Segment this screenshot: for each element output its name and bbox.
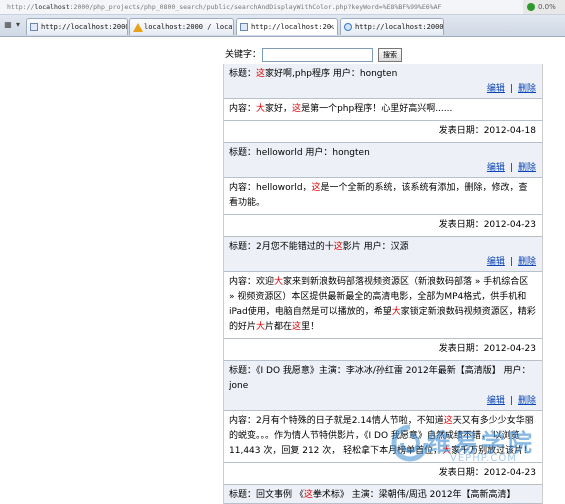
post-title: 标题：回文事例 《这拳术标》 主演：梁朝伟/周迅 2012年【高新高清】: [229, 485, 536, 503]
edit-link[interactable]: 编辑: [487, 257, 505, 267]
text-segment: 是第一个php程序！心里好高兴啊......: [301, 104, 453, 114]
post-title: 标题：2月您不能错过的十这影片 用户：汉源: [229, 237, 536, 255]
close-icon[interactable]: ✕: [329, 19, 334, 35]
text-segment: 拳术标》 主演：梁朝伟/周迅 2012年【高新高清】: [312, 490, 516, 500]
search-input[interactable]: [262, 48, 373, 62]
text-segment: 标题：helloworld 用户：hongten: [229, 148, 370, 158]
text-segment: 标题：回文事例 《: [229, 490, 304, 500]
search-form: 关键字： 搜索: [225, 48, 402, 62]
text-segment: 标题：: [229, 69, 257, 79]
tab-strip: ▦ ▾ http://localhost:2000/... localhost:…: [0, 15, 565, 37]
text-segment: 内容：欢迎: [229, 277, 275, 287]
action-separator: |: [509, 396, 513, 406]
post-header: 标题：helloworld 用户：hongten 编辑 | 删除: [224, 143, 542, 178]
tab-grid-icon[interactable]: ▦: [3, 19, 13, 31]
status-indicator: 0.0%: [523, 0, 565, 14]
post-header: 标题：2月您不能错过的十这影片 用户：汉源编辑 | 删除: [224, 237, 542, 272]
tab-label: http://localhost:2000/...: [41, 23, 127, 31]
post-header: 标题：回文事例 《这拳术标》 主演：梁朝伟/周迅 2012年【高新高清】: [224, 485, 542, 504]
chevron-down-icon[interactable]: ▾: [13, 19, 23, 31]
watermark-url: VEPHP.COM: [450, 453, 517, 464]
post-content: 内容：helloworld，这是一个全新的系统，该系统有添加，删除，修改，查看功…: [224, 178, 542, 215]
edit-link[interactable]: 编辑: [487, 396, 505, 406]
post-date: 发表日期：2012-04-18: [224, 121, 542, 143]
watermark-logo: 维易学院 VEPHP.COM: [390, 421, 565, 480]
search-button[interactable]: 搜索: [378, 48, 402, 62]
post-date: 发表日期：2012-04-23: [224, 339, 542, 361]
page-icon: [30, 23, 38, 31]
delete-link[interactable]: 删除: [518, 396, 536, 406]
tab-2[interactable]: localhost:2000 / local...: [129, 18, 234, 35]
text-segment: 标题：2月您不能错过的十: [229, 242, 334, 252]
post-content: 内容：欢迎大家来到新浪数码部落视频资源区（新浪数码部落 » 手机综合区 » 视频…: [224, 272, 542, 339]
highlighted-keyword: 这: [311, 183, 321, 193]
tab-label: http://localhost:20...: [251, 23, 338, 31]
text-segment: 家好啊,php程序 用户：hongten: [265, 69, 398, 79]
post-actions: 编辑 | 删除: [229, 82, 536, 98]
post-title: 标题：helloworld 用户：hongten: [229, 143, 536, 161]
highlighted-keyword: 这: [303, 490, 313, 500]
action-separator: |: [509, 84, 513, 94]
post-date: 发表日期：2012-04-23: [224, 215, 542, 237]
post-content: 内容：大家好，这是第一个php程序！心里好高兴啊......: [224, 99, 542, 121]
page-icon: [240, 23, 248, 31]
highlighted-keyword: 大: [256, 104, 266, 114]
tab-1[interactable]: http://localhost:2000/...: [26, 18, 128, 35]
highlighted-keyword: 大: [391, 307, 401, 317]
tab-label: localhost:2000 / local...: [144, 23, 233, 31]
post-title: 标题：《I DO 我愿意》主演：李冰冰/孙红雷 2012年最新【高清版】 用户：…: [229, 361, 536, 394]
action-separator: |: [509, 257, 513, 267]
search-label: 关键字：: [225, 50, 262, 60]
highlighted-keyword: 这: [292, 322, 302, 332]
highlighted-keyword: 这: [256, 69, 266, 79]
text-segment: 家好，: [265, 104, 293, 114]
globe-icon: [344, 23, 352, 31]
post-actions: 编辑 | 删除: [229, 161, 536, 177]
text-segment: 标题：《I DO 我愿意》主演：李冰冰/孙红雷 2012年最新【高清版】 用户：…: [229, 366, 531, 391]
post-actions: 编辑 | 删除: [229, 394, 536, 410]
edit-link[interactable]: 编辑: [487, 163, 505, 173]
post-header: 标题：这家好啊,php程序 用户：hongten 编辑 | 删除: [224, 64, 542, 99]
post-actions: 编辑 | 删除: [229, 255, 536, 271]
highlighted-keyword: 这: [333, 242, 343, 252]
text-segment: 内容：: [229, 104, 257, 114]
tab-label: http://localhost:2000/...: [355, 23, 444, 31]
status-dot-icon: [527, 3, 535, 11]
highlighted-keyword: 大: [256, 322, 266, 332]
post-title: 标题：这家好啊,php程序 用户：hongten: [229, 64, 536, 82]
highlighted-keyword: 大: [274, 277, 284, 287]
delete-link[interactable]: 删除: [518, 84, 536, 94]
action-separator: |: [509, 163, 513, 173]
address-url[interactable]: http://localhost:2000/php_projects/php_0…: [7, 0, 441, 14]
text-segment: 片都在: [265, 322, 293, 332]
address-bar[interactable]: http://localhost:2000/php_projects/php_0…: [0, 0, 565, 15]
delete-link[interactable]: 删除: [518, 163, 536, 173]
text-segment: 里！: [301, 322, 320, 332]
delete-link[interactable]: 删除: [518, 257, 536, 267]
highlighted-keyword: 这: [292, 104, 302, 114]
edit-link[interactable]: 编辑: [487, 84, 505, 94]
tab-3-active[interactable]: http://localhost:20... ✕: [236, 18, 338, 35]
post-header: 标题：《I DO 我愿意》主演：李冰冰/孙红雷 2012年最新【高清版】 用户：…: [224, 361, 542, 411]
tab-4[interactable]: http://localhost:2000/...: [340, 18, 444, 35]
warning-icon: [133, 23, 143, 32]
text-segment: 影片 用户：汉源: [342, 242, 409, 252]
logo-icon: [391, 424, 429, 462]
text-segment: 内容：helloworld，: [229, 183, 312, 193]
